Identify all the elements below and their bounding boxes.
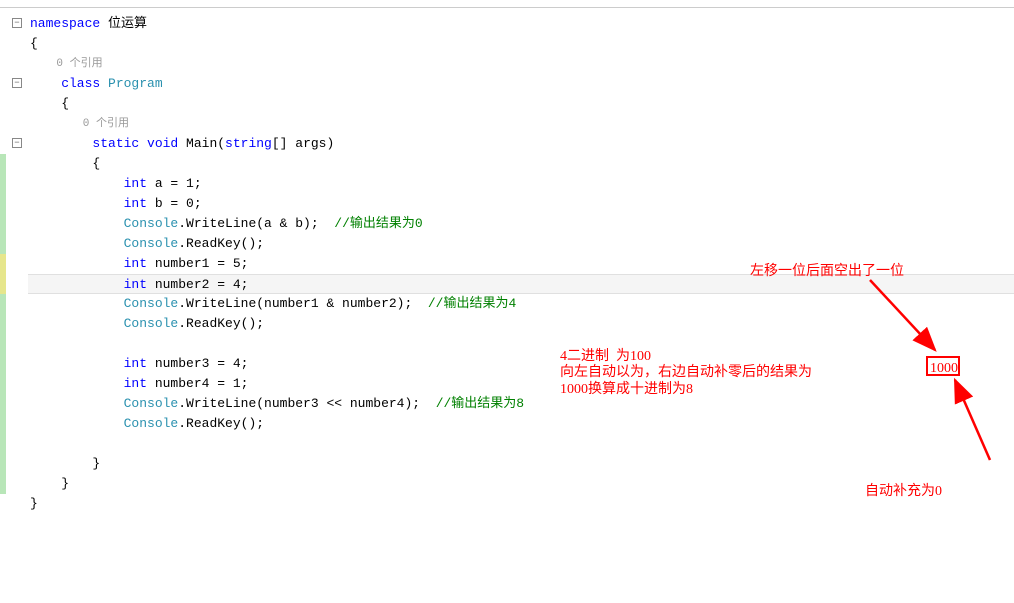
code-line[interactable]: Console.WriteLine(number3 << number4); /… (28, 394, 1014, 414)
code-line[interactable]: Console.ReadKey(); (28, 234, 1014, 254)
marker-green-2 (0, 294, 6, 494)
code-line[interactable]: Console.ReadKey(); (28, 414, 1014, 434)
code-line[interactable]: static void Main(string[] args) (28, 134, 1014, 154)
kw-namespace: namespace (30, 16, 100, 31)
comment: //输出结果为4 (428, 296, 516, 311)
kw: int (30, 356, 147, 371)
code-line[interactable] (28, 334, 1014, 354)
code-line[interactable]: int number4 = 1; (28, 374, 1014, 394)
code-line[interactable]: Console.ReadKey(); (28, 314, 1014, 334)
tab-bar (0, 0, 1014, 8)
annotation-top: 左移一位后面空出了一位 (750, 260, 904, 280)
cls-name: Program (100, 76, 162, 91)
annotation-mid-3: 1000换算成十进制为8 (560, 378, 693, 398)
codelens[interactable]: 0 个引用 (28, 114, 1014, 134)
txt: .ReadKey(); (178, 236, 264, 251)
txt: .WriteLine(a & b); (178, 216, 334, 231)
fold-class[interactable] (12, 78, 22, 88)
code-line[interactable] (28, 434, 1014, 454)
txt: number1 = 5; (147, 256, 248, 271)
gutter (0, 8, 28, 514)
kw: int (30, 277, 147, 292)
kw-class: class (30, 76, 100, 91)
cls: Console (30, 216, 178, 231)
fold-method[interactable] (12, 138, 22, 148)
txt: .WriteLine(number3 << number4); (178, 396, 435, 411)
cls: Console (30, 416, 178, 431)
kw: int (30, 176, 147, 191)
red-highlight-box (926, 356, 960, 376)
code-line[interactable]: int b = 0; (28, 194, 1014, 214)
txt: .ReadKey(); (178, 316, 264, 331)
kw: int (30, 196, 147, 211)
txt: number4 = 1; (147, 376, 248, 391)
codelens[interactable]: 0 个引用 (28, 54, 1014, 74)
kw: static void (30, 136, 178, 151)
txt: a = 1; (147, 176, 202, 191)
txt: .WriteLine(number1 & number2); (178, 296, 428, 311)
code-line[interactable]: Console.WriteLine(number1 & number2); //… (28, 294, 1014, 314)
txt: [] args) (272, 136, 334, 151)
kw: int (30, 376, 147, 391)
cls: Console (30, 316, 178, 331)
txt: b = 0; (147, 196, 202, 211)
code-line[interactable]: int number3 = 4; (28, 354, 1014, 374)
code-line[interactable]: { (28, 94, 1014, 114)
fold-namespace[interactable] (12, 18, 22, 28)
txt: Main( (178, 136, 225, 151)
code-line[interactable]: } (28, 454, 1014, 474)
txt: number2 = 4; (147, 277, 248, 292)
code-line[interactable]: Console.WriteLine(a & b); //输出结果为0 (28, 214, 1014, 234)
cls: Console (30, 296, 178, 311)
code-line[interactable]: int a = 1; (28, 174, 1014, 194)
txt: number3 = 4; (147, 356, 248, 371)
code-line[interactable]: class Program (28, 74, 1014, 94)
kw: int (30, 256, 147, 271)
cls: Console (30, 236, 178, 251)
marker-green-1 (0, 154, 6, 254)
annotation-bottom: 自动补充为0 (865, 480, 942, 500)
cls: Console (30, 396, 178, 411)
kw: string (225, 136, 272, 151)
comment: //输出结果为0 (334, 216, 422, 231)
code-line[interactable]: { (28, 154, 1014, 174)
code-line[interactable]: namespace 位运算 (28, 14, 1014, 34)
code-line[interactable]: { (28, 34, 1014, 54)
ns-name: 位运算 (100, 16, 147, 31)
txt: .ReadKey(); (178, 416, 264, 431)
comment: //输出结果为8 (436, 396, 524, 411)
marker-yellow (0, 254, 6, 294)
